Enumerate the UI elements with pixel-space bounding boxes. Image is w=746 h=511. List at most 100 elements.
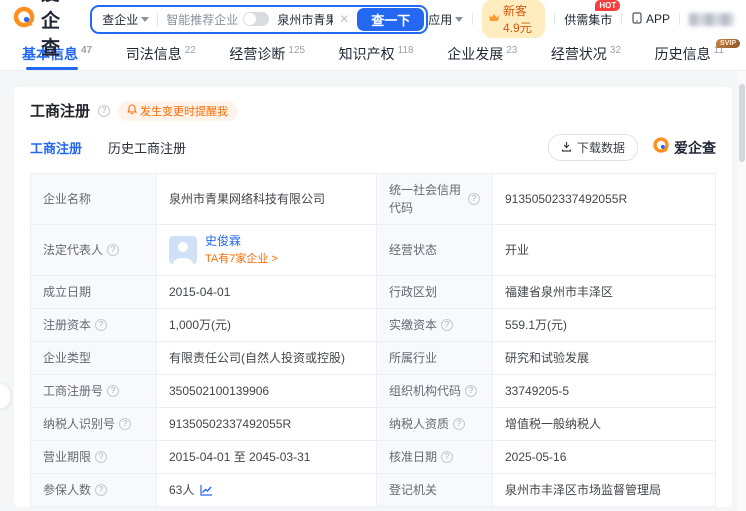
svip-badge: SVIP <box>716 39 740 48</box>
help-icon[interactable]: ? <box>95 450 108 463</box>
supply-market-link[interactable]: 供需集市 HOT <box>564 0 621 28</box>
app-label: APP <box>645 12 670 26</box>
field-value: 研究和试验发展 <box>505 350 590 365</box>
field-label: 参保人数? <box>31 473 157 506</box>
scrollbar-track[interactable] <box>738 38 746 511</box>
search-input[interactable] <box>277 12 334 26</box>
download-icon <box>561 141 572 155</box>
bell-icon <box>126 103 138 118</box>
help-icon[interactable]: ? <box>453 417 466 430</box>
new-customer-promo[interactable]: 新客4.9元 <box>482 0 546 38</box>
help-icon[interactable]: ? <box>98 104 111 117</box>
chevron-down-icon <box>141 16 150 22</box>
table-row: 企业名称 泉州市青果网络科技有限公司 统一社会信用代码? 91350502337… <box>31 174 715 225</box>
smart-recommend-label: 智能推荐企业 <box>166 12 239 27</box>
help-icon[interactable]: ? <box>441 450 454 463</box>
search-button[interactable]: 查一下 <box>357 7 425 31</box>
field-label: 登记机关 <box>377 473 493 506</box>
field-value: 泉州市青果网络科技有限公司 <box>157 174 377 224</box>
field-label: 统一社会信用代码? <box>377 174 493 224</box>
field-value: 91350502337492055R <box>157 407 377 440</box>
apps-menu[interactable]: 应用 <box>428 11 464 28</box>
tab-count: 32 <box>609 44 622 56</box>
field-value: 2015-04-01 至 2045-03-31 <box>157 440 377 473</box>
tab-history-info[interactable]: 历史信息 11 SVIP <box>654 38 740 70</box>
legal-representative-link[interactable]: 史俊霖 <box>205 232 278 250</box>
table-row: 成立日期 2015-04-01 行政区划 福建省泉州市丰泽区 <box>31 275 715 309</box>
field-label: 纳税人资质? <box>377 407 493 440</box>
scrollbar-thumb[interactable] <box>739 84 745 162</box>
help-icon[interactable]: ? <box>468 193 480 205</box>
aiqicha-logo[interactable]: 爱企查 <box>12 0 76 60</box>
download-label: 下载数据 <box>576 141 625 155</box>
help-icon[interactable]: ? <box>107 243 120 256</box>
help-icon[interactable]: ? <box>95 483 108 496</box>
promo-label: 新客4.9元 <box>503 4 532 35</box>
subtab-business-registration[interactable]: 工商注册 <box>30 138 82 157</box>
table-row: 企业类型 有限责任公司(自然人投资或控股) 所属行业 研究和试验发展 <box>31 341 715 375</box>
tab-label: 知识产权 <box>338 46 395 62</box>
tab-company-development[interactable]: 企业发展 23 <box>447 38 517 70</box>
search-divider <box>157 12 159 26</box>
tab-count: 23 <box>506 44 518 56</box>
field-value: 泉州市丰泽区市场监督管理局 <box>505 482 662 497</box>
tab-label: 司法信息 <box>125 46 182 62</box>
tab-count: 22 <box>184 44 196 56</box>
table-row: 注册资本? 1,000万(元) 实缴资本? 559.1万(元) <box>31 308 715 342</box>
menu-divider <box>678 13 680 25</box>
clear-search-icon[interactable]: ✕ <box>339 12 349 26</box>
field-label: 实缴资本? <box>377 308 493 341</box>
field-label: 工商注册号? <box>31 374 157 407</box>
insured-count-cell: 63人 <box>157 473 377 506</box>
section-title: 工商注册 <box>30 103 91 120</box>
help-icon[interactable]: ? <box>441 318 454 331</box>
field-value: 2025-05-16 <box>505 449 567 464</box>
field-value: 559.1万(元) <box>505 317 568 332</box>
tab-label: 企业发展 <box>447 46 504 62</box>
help-icon[interactable]: ? <box>107 384 120 397</box>
table-row: 曾用名 - <box>31 506 715 508</box>
change-alert-label: 发生变更时提醒我 <box>140 105 229 118</box>
tab-judicial-info[interactable]: 司法信息 22 <box>126 38 196 70</box>
field-label: 经营状态 <box>377 225 493 275</box>
related-companies-link[interactable]: TA有7家企业 > <box>205 251 278 268</box>
field-value: - <box>157 507 715 508</box>
help-icon[interactable]: ? <box>95 318 108 331</box>
help-icon[interactable]: ? <box>119 417 132 430</box>
supply-market-label: 供需集市 <box>564 12 613 27</box>
field-value: 33749205-5 <box>505 383 570 398</box>
legal-representative-cell: 史俊霖 TA有7家企业 > <box>157 225 377 275</box>
phone-app-icon <box>631 11 643 27</box>
section-tools: 下载数据 爱企查 <box>547 134 716 161</box>
field-label: 成立日期 <box>31 275 157 308</box>
tab-business-diagnosis[interactable]: 经营诊断 125 <box>229 38 305 70</box>
trend-chart-icon[interactable] <box>200 484 213 496</box>
tab-label: 历史信息 <box>654 46 711 62</box>
registration-table: 企业名称 泉州市青果网络科技有限公司 统一社会信用代码? 91350502337… <box>30 173 716 507</box>
download-data-button[interactable]: 下载数据 <box>547 134 638 161</box>
search-category-dropdown[interactable]: 查企业 <box>102 11 150 28</box>
table-row: 参保人数? 63人 登记机关 泉州市丰泽区市场监督管理局 <box>31 473 715 507</box>
tab-count: 47 <box>81 44 93 56</box>
tab-intellectual-property[interactable]: 知识产权 118 <box>339 38 414 70</box>
aiqicha-logo-text: 爱企查 <box>41 0 62 59</box>
sub-tab-row: 工商注册 历史工商注册 下载数据 爱企查 <box>30 134 716 161</box>
field-label: 行政区划 <box>377 275 493 308</box>
help-icon[interactable]: ? <box>465 384 478 397</box>
field-value: 91350502337492055R <box>505 192 628 206</box>
change-alert-button[interactable]: 发生变更时提醒我 <box>118 100 238 121</box>
menu-divider <box>621 13 622 25</box>
field-label: 注册资本? <box>31 308 157 341</box>
smart-recommend-toggle[interactable] <box>243 12 270 26</box>
business-registration-card: 工商注册 ? 发生变更时提醒我 工商注册 历史工商注册 下载数据 爱企查 企业名… <box>14 87 732 507</box>
app-download-link[interactable]: APP <box>631 11 670 27</box>
user-account-blurred[interactable] <box>688 12 735 26</box>
crown-icon <box>488 12 500 26</box>
field-label: 营业期限? <box>31 440 157 473</box>
floating-side-handle[interactable] <box>0 383 11 409</box>
subtab-history-registration[interactable]: 历史工商注册 <box>108 138 186 157</box>
avatar[interactable] <box>169 235 197 264</box>
tab-operating-status[interactable]: 经营状况 32 <box>551 38 621 70</box>
field-value: 350502100139906 <box>157 374 377 407</box>
aiqicha-watermark: 爱企查 <box>652 136 716 159</box>
